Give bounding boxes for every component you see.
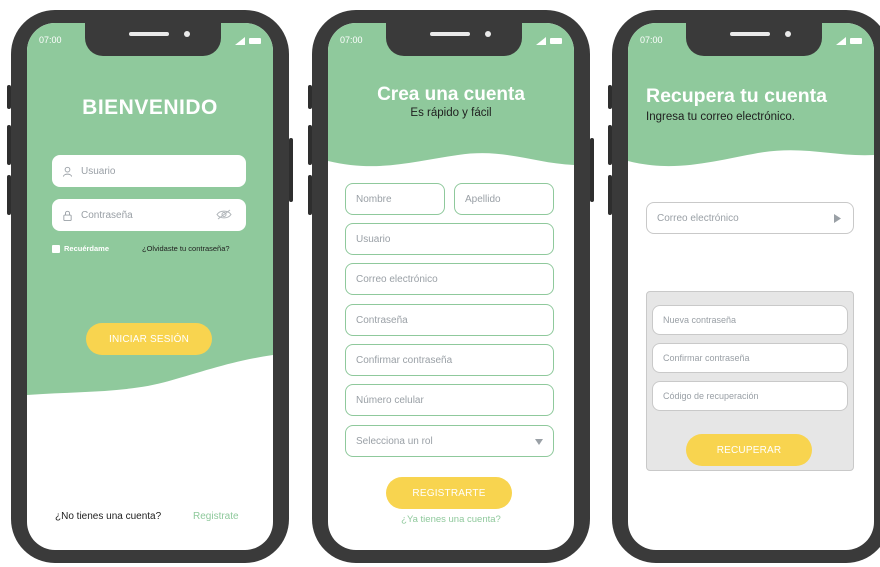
notch xyxy=(686,23,822,56)
first-name-placeholder: Nombre xyxy=(356,193,392,205)
side-button xyxy=(608,175,612,215)
confirm-password-placeholder: Confirmar contraseña xyxy=(356,354,453,366)
email-field[interactable]: Correo electrónico xyxy=(345,263,554,295)
first-name-field[interactable]: Nombre xyxy=(345,183,445,215)
last-name-placeholder: Apellido xyxy=(465,193,501,205)
phone-field[interactable]: Número celular xyxy=(345,384,554,416)
login-button[interactable]: INICIAR SESIÓN xyxy=(86,323,212,355)
phone-login: 07:00 BIENVENIDO Usuario Contraseña Recu… xyxy=(7,10,293,563)
lock-icon xyxy=(63,210,72,221)
password-placeholder: Contraseña xyxy=(81,209,133,221)
role-select[interactable]: Selecciona un rol xyxy=(345,425,554,457)
page-subtitle: Es rápido y fácil xyxy=(410,107,492,119)
password-field[interactable]: Contraseña xyxy=(52,199,246,231)
username-placeholder: Usuario xyxy=(81,165,116,177)
have-account-link[interactable]: ¿Ya tienes una cuenta? xyxy=(328,514,574,525)
status-icons xyxy=(235,37,261,45)
side-button xyxy=(308,125,312,165)
register-link[interactable]: Registrate xyxy=(193,511,239,522)
username-field[interactable]: Usuario xyxy=(345,223,554,255)
notch xyxy=(386,23,522,56)
email-field[interactable]: Correo electrónico xyxy=(646,202,854,234)
phone-placeholder: Número celular xyxy=(356,394,424,406)
send-arrow-icon[interactable] xyxy=(834,214,841,223)
confirm-password-placeholder: Confirmar contraseña xyxy=(663,353,750,363)
battery-icon xyxy=(249,38,261,44)
page-title: BIENVENIDO xyxy=(82,96,218,119)
user-icon xyxy=(62,166,73,177)
remember-label: Recuérdame xyxy=(64,244,110,253)
confirm-password-field[interactable]: Confirmar contraseña xyxy=(345,344,554,376)
recovery-code-placeholder: Código de recuperación xyxy=(663,391,759,401)
eye-off-icon[interactable] xyxy=(216,209,232,220)
status-time: 07:00 xyxy=(340,35,363,45)
signal-icon xyxy=(836,37,846,45)
page-title: Crea una cuenta xyxy=(377,84,525,105)
role-placeholder: Selecciona un rol xyxy=(356,435,433,447)
status-icons xyxy=(536,37,562,45)
status-time: 07:00 xyxy=(640,35,663,45)
page-subtitle: Ingresa tu correo electrónico. xyxy=(646,111,795,123)
chevron-down-icon xyxy=(535,439,543,445)
side-button xyxy=(308,85,312,109)
side-button xyxy=(608,85,612,109)
phone-recover: 07:00 Recupera tu cuenta Ingresa tu corr… xyxy=(608,10,880,563)
side-button xyxy=(289,138,293,202)
screen-login: 07:00 BIENVENIDO Usuario Contraseña Recu… xyxy=(27,23,273,550)
signal-icon xyxy=(536,37,546,45)
register-button[interactable]: REGISTRARTE xyxy=(386,477,512,509)
status-time: 07:00 xyxy=(39,35,62,45)
password-placeholder: Contraseña xyxy=(356,314,408,326)
last-name-field[interactable]: Apellido xyxy=(454,183,554,215)
phone-register: 07:00 Crea una cuenta Es rápido y fácil … xyxy=(308,10,594,563)
battery-icon xyxy=(550,38,562,44)
side-button xyxy=(608,125,612,165)
no-account-label: ¿No tienes una cuenta? xyxy=(55,511,162,522)
email-placeholder: Correo electrónico xyxy=(657,212,739,224)
side-button xyxy=(7,125,11,165)
forgot-password-link[interactable]: ¿Olvidaste tu contraseña? xyxy=(142,244,230,253)
side-button xyxy=(7,85,11,109)
password-field[interactable]: Contraseña xyxy=(345,304,554,336)
side-button xyxy=(308,175,312,215)
recovery-code-field[interactable]: Código de recuperación xyxy=(652,381,848,411)
side-button xyxy=(7,175,11,215)
status-icons xyxy=(836,37,862,45)
username-field[interactable]: Usuario xyxy=(52,155,246,187)
confirm-password-field[interactable]: Confirmar contraseña xyxy=(652,343,848,373)
new-password-placeholder: Nueva contraseña xyxy=(663,315,737,325)
remember-checkbox[interactable] xyxy=(52,245,60,253)
recover-button[interactable]: RECUPERAR xyxy=(686,434,812,466)
username-placeholder: Usuario xyxy=(356,233,391,245)
page-title: Recupera tu cuenta xyxy=(646,85,827,107)
screen-register: 07:00 Crea una cuenta Es rápido y fácil … xyxy=(328,23,574,550)
screen-recover: 07:00 Recupera tu cuenta Ingresa tu corr… xyxy=(628,23,874,550)
side-button xyxy=(590,138,594,202)
battery-icon xyxy=(850,38,862,44)
notch xyxy=(85,23,221,56)
email-placeholder: Correo electrónico xyxy=(356,273,438,285)
signal-icon xyxy=(235,37,245,45)
new-password-field[interactable]: Nueva contraseña xyxy=(652,305,848,335)
